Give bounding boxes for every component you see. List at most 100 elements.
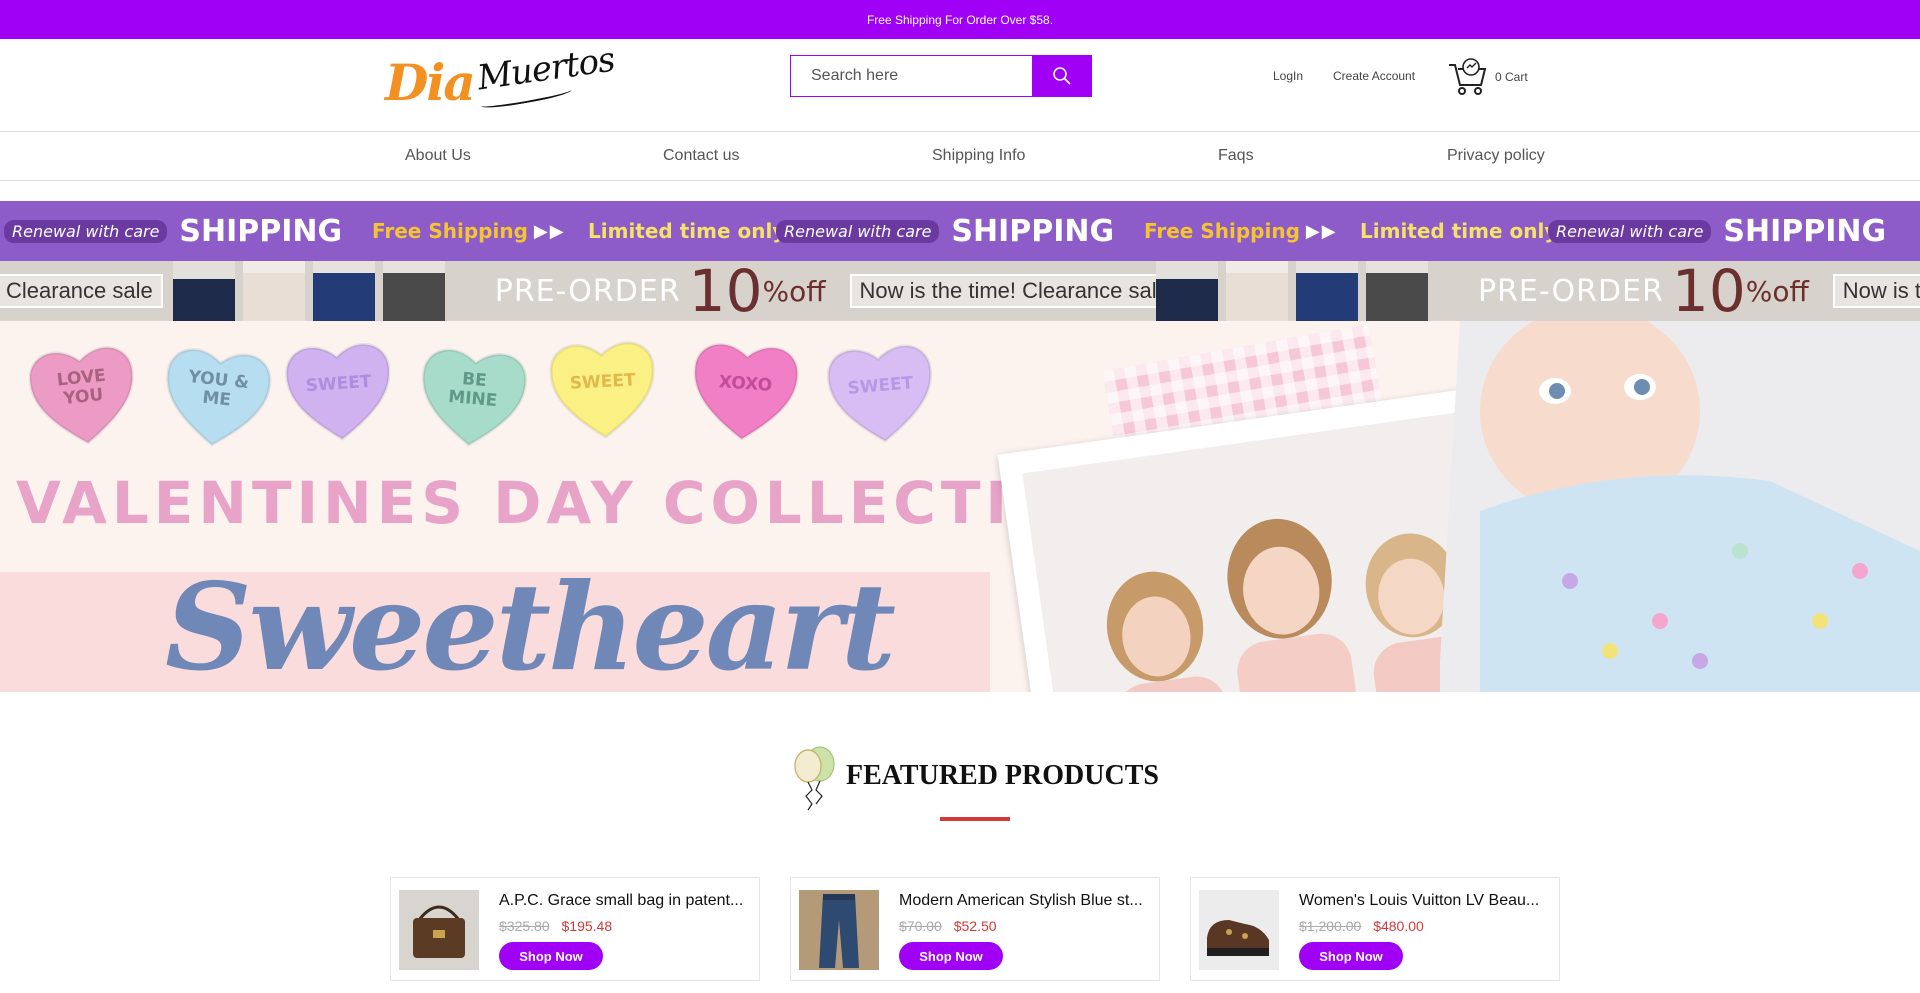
now-clearance-box: Now is the time! Clearance sale	[849, 274, 1179, 308]
baby-illustration	[1440, 321, 1920, 692]
featured-title: FEATURED PRODUCTS	[846, 760, 1159, 791]
search-button[interactable]	[1032, 55, 1092, 97]
discount-number: 10	[1671, 261, 1746, 321]
cart-icon	[1449, 58, 1487, 95]
collection-title: VALENTINES DAY COLLECTION	[16, 469, 1120, 537]
shop-now-button[interactable]: Shop Now	[899, 942, 1003, 970]
product-image-shoes[interactable]	[1199, 890, 1279, 970]
announcement-bar: Free Shipping For Order Over $58.	[0, 0, 1920, 39]
product-card[interactable]: Women's Louis Vuitton LV Beau... $1,200.…	[1190, 877, 1560, 981]
site-logo[interactable]: Dia Muertos	[385, 40, 617, 113]
free-shipping-text: Free Shipping	[1144, 219, 1300, 243]
discount-number: 10	[688, 261, 763, 321]
clearance-marquee: Clearance sale PRE-ORDER 10 %off Now is …	[0, 261, 1920, 321]
free-shipping-text: Free Shipping	[372, 219, 528, 243]
clearance-box: Clearance sale	[0, 274, 163, 308]
marquee-free-shipping-1: Free Shipping ▶▶	[372, 201, 566, 261]
renewal-text: Renewal with care	[776, 219, 940, 243]
nav-privacy-policy[interactable]: Privacy policy	[1447, 147, 1545, 165]
shipping-marquee: Renewal with care SHIPPING Free Shipping…	[0, 201, 1920, 261]
thumb-cream-coat	[1226, 261, 1288, 321]
clearance-strip-1: Clearance sale PRE-ORDER 10 %off Now is …	[0, 261, 1179, 321]
product-image-bag[interactable]	[399, 890, 479, 970]
featured-underline	[940, 817, 1010, 821]
nav-shipping-info[interactable]: Shipping Info	[932, 147, 1025, 165]
candy-heart: SWEET	[821, 332, 940, 451]
shop-now-button[interactable]: Shop Now	[1299, 942, 1403, 970]
sale-price: $195.48	[561, 918, 613, 934]
clearance-strip-2: PRE-ORDER 10 %off Now is the t	[1146, 261, 1920, 321]
baby-photo	[1440, 321, 1920, 692]
featured-heading: FEATURED PRODUCTS	[790, 746, 1170, 812]
marquee-renewal-2: Renewal with care SHIPPING	[776, 201, 1114, 261]
shipping-text: SHIPPING	[951, 213, 1115, 249]
cart-count: 0 Cart	[1495, 70, 1528, 84]
old-price: $325.80	[499, 918, 550, 934]
marquee-limited-2: Limited time only	[1360, 201, 1557, 261]
candy-heart: BE MINE	[413, 336, 532, 455]
featured-products: A.P.C. Grace small bag in patent... $325…	[390, 877, 1560, 981]
old-price: $70.00	[899, 918, 942, 934]
marquee-renewal-3: Renewal with care SHIPPING	[1548, 201, 1886, 261]
nav-about-us[interactable]: About Us	[405, 147, 471, 165]
candy-heart: SWEET	[545, 330, 661, 446]
sale-price: $480.00	[1373, 918, 1424, 934]
product-name[interactable]: Women's Louis Vuitton LV Beau...	[1299, 892, 1549, 910]
play-arrows-icon: ▶▶	[533, 220, 566, 241]
marquee-renewal-1: Renewal with care SHIPPING	[4, 201, 342, 261]
product-prices: $1,200.00 $480.00	[1299, 918, 1424, 934]
product-card[interactable]: A.P.C. Grace small bag in patent... $325…	[390, 877, 760, 981]
product-name[interactable]: A.P.C. Grace small bag in patent...	[499, 892, 749, 910]
discount-off: %off	[762, 274, 826, 308]
shop-now-button[interactable]: Shop Now	[499, 942, 603, 970]
discount-off: %off	[1745, 274, 1809, 308]
marquee-free-shipping-2: Free Shipping ▶▶	[1144, 201, 1338, 261]
balloons-icon	[794, 746, 835, 811]
sweetheart-script: Sweetheart	[165, 557, 896, 692]
product-thumbs	[172, 261, 445, 321]
shipping-text: SHIPPING	[1723, 213, 1887, 249]
search-form	[790, 55, 1092, 97]
thumb-blue-jacket	[1296, 261, 1358, 321]
candy-heart: LOVE YOU	[23, 334, 144, 455]
thumb-gray-jacket	[1366, 261, 1428, 321]
thumb-cream-coat	[242, 261, 305, 321]
renewal-text: Renewal with care	[4, 219, 168, 243]
nav-contact-us[interactable]: Contact us	[663, 147, 739, 165]
candy-hearts: LOVE YOU YOU & ME SWEET BE MINE SWEET XOXO SWE…	[28, 333, 958, 453]
thumb-gray-jacket	[382, 261, 445, 321]
thumb-blue-jacket	[312, 261, 375, 321]
marquee-limited-1: Limited time only	[588, 201, 785, 261]
candy-heart: YOU & ME	[157, 336, 278, 457]
shipping-text: SHIPPING	[179, 213, 343, 249]
preorder-text: PRE-ORDER	[1478, 273, 1664, 309]
thumb-navy-jacket	[1156, 261, 1218, 321]
preorder-text: PRE-ORDER	[494, 273, 681, 309]
old-price: $1,200.00	[1299, 918, 1362, 934]
hero-banner[interactable]: LOVE YOU YOU & ME SWEET BE MINE SWEET XOXO SWE…	[0, 321, 1920, 692]
site-header: Dia Muertos LogIn Create Account 0 Cart	[0, 39, 1920, 131]
search-icon	[1053, 67, 1071, 85]
nav-faqs[interactable]: Faqs	[1218, 147, 1254, 165]
product-image-jeans[interactable]	[799, 890, 879, 970]
login-link[interactable]: LogIn	[1273, 69, 1303, 83]
product-name[interactable]: Modern American Stylish Blue st...	[899, 892, 1149, 910]
play-arrows-icon: ▶▶	[1305, 220, 1338, 241]
candy-heart: SWEET	[280, 331, 397, 448]
product-card[interactable]: Modern American Stylish Blue st... $70.0…	[790, 877, 1160, 981]
candy-heart: XOXO	[686, 331, 803, 448]
cart-link[interactable]: 0 Cart	[1447, 57, 1528, 97]
thumb-navy-jacket	[172, 261, 235, 321]
limited-text: Limited time only	[588, 219, 786, 243]
limited-text: Limited time only	[1360, 219, 1558, 243]
sale-price: $52.50	[953, 918, 997, 934]
search-input[interactable]	[790, 55, 1032, 97]
product-thumbs	[1156, 261, 1428, 321]
create-account-link[interactable]: Create Account	[1333, 69, 1415, 83]
main-nav: About Us Contact us Shipping Info Faqs P…	[0, 131, 1920, 181]
product-prices: $70.00 $52.50	[899, 918, 997, 934]
logo-dia: Dia	[385, 53, 476, 112]
renewal-text: Renewal with care	[1548, 219, 1712, 243]
now-clearance-box-partial: Now is the t	[1832, 274, 1920, 308]
product-prices: $325.80 $195.48	[499, 918, 612, 934]
